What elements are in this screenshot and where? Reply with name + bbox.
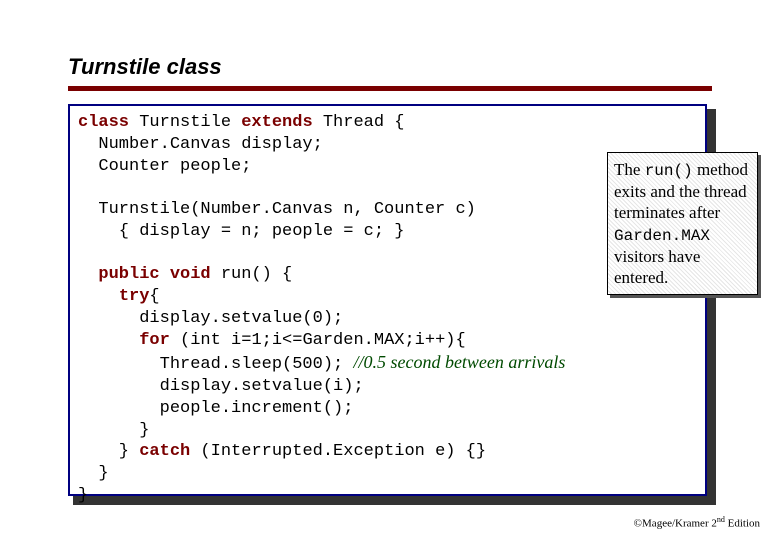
code-line: display.setvalue(0);: [78, 309, 343, 328]
footer-credit: ©Magee/Kramer 2nd Edition: [634, 515, 760, 530]
callout-code: Garden.MAX: [614, 227, 710, 245]
code-line: { display = n; people = c; }: [78, 222, 404, 241]
code-line: }: [78, 421, 149, 440]
keyword-extends: extends: [241, 113, 312, 132]
code-line: }: [78, 486, 88, 505]
footer-ordinal: nd: [717, 515, 725, 524]
code-line: }: [78, 464, 109, 483]
code-line: display.setvalue(i);: [78, 377, 364, 396]
callout-text: visitors have entered.: [614, 247, 700, 287]
code-text: [78, 331, 139, 350]
code-line: Turnstile(Number.Canvas n, Counter c): [78, 200, 476, 219]
callout-text: The: [614, 160, 645, 179]
code-text: run() {: [211, 265, 293, 284]
footer-text: Edition: [725, 518, 760, 530]
keyword-public-void: public void: [98, 265, 210, 284]
keyword-try: try: [119, 287, 150, 306]
code-text: Thread.sleep(500);: [78, 355, 353, 374]
slide: Turnstile class class Turnstile extends …: [0, 0, 780, 540]
title-underline: [68, 86, 712, 91]
code-text: {: [149, 287, 159, 306]
code-line: people.increment();: [78, 399, 353, 418]
code-text: [78, 287, 119, 306]
code-text: Turnstile: [129, 113, 241, 132]
callout-box: The run() method exits and the thread te…: [607, 152, 758, 295]
footer-text: ©Magee/Kramer: [634, 518, 712, 530]
code-comment: //0.5 second between arrivals: [353, 352, 565, 372]
keyword-catch: catch: [139, 442, 190, 461]
keyword-for: for: [139, 331, 170, 350]
code-text: [78, 265, 98, 284]
code-text: }: [78, 442, 139, 461]
code-text: (Interrupted.Exception e) {}: [190, 442, 486, 461]
slide-title: Turnstile class: [68, 54, 222, 80]
callout-code: run(): [645, 162, 693, 180]
code-line: Number.Canvas display;: [78, 135, 323, 154]
code-text: Thread {: [313, 113, 405, 132]
code-text: (int i=1;i<=Garden.MAX;i++){: [170, 331, 466, 350]
code-line: Counter people;: [78, 157, 251, 176]
keyword-class: class: [78, 113, 129, 132]
